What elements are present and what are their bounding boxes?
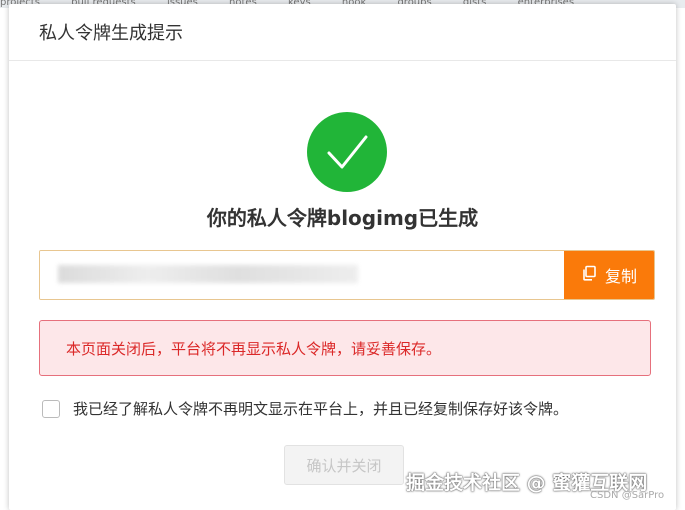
copy-button-label: 复制: [604, 267, 637, 286]
warning-message: 本页面关闭后，平台将不再显示私人令牌，请妥善保存。: [39, 320, 651, 376]
confirm-close-button[interactable]: 确认并关闭: [284, 445, 404, 485]
copy-icon: [581, 265, 597, 285]
confirm-checkbox[interactable]: [42, 399, 60, 418]
dialog-title: 私人令牌生成提示: [39, 23, 183, 44]
dialog-header: 私人令牌生成提示: [9, 4, 676, 61]
token-box: 复制: [39, 250, 655, 300]
token-dialog: 私人令牌生成提示 你的私人令牌blogimg已生成 复制 本页面关闭后，平台将不…: [9, 4, 676, 510]
success-checkmark-icon: [307, 112, 387, 192]
confirm-checkbox-label: 我已经了解私人令牌不再明文显示在平台上，并且已经复制保存好该令牌。: [73, 400, 569, 418]
confirm-checkbox-row[interactable]: 我已经了解私人令牌不再明文显示在平台上，并且已经复制保存好该令牌。: [42, 398, 568, 419]
credit-text: CSDN @SarPro: [590, 490, 665, 501]
copy-button[interactable]: 复制: [564, 251, 654, 299]
token-redaction-blur: [58, 265, 358, 283]
warning-text: 本页面关闭后，平台将不再显示私人令牌，请妥善保存。: [66, 339, 442, 358]
success-title: 你的私人令牌blogimg已生成: [206, 206, 479, 230]
